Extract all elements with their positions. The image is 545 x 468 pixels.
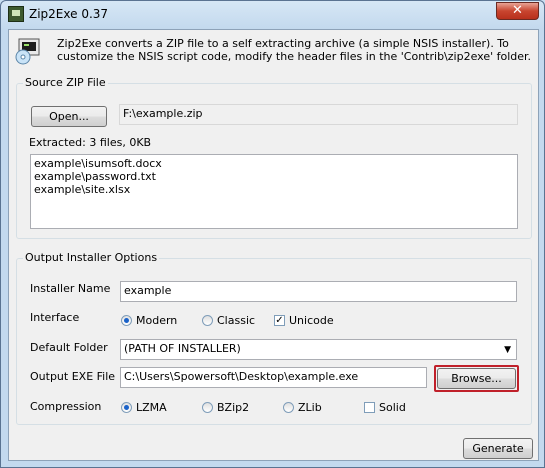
dialog-body: Zip2Exe converts a ZIP file to a self ex… — [8, 29, 539, 461]
output-options-group-title: Output Installer Options — [23, 251, 160, 264]
solid-checkbox[interactable] — [364, 402, 375, 413]
interface-modern-label[interactable]: Modern — [136, 314, 177, 327]
window-title: Zip2Exe 0.37 — [29, 7, 109, 21]
compression-zlib-radio[interactable] — [283, 402, 294, 413]
extracted-summary: Extracted: 3 files, 0KB — [29, 136, 152, 149]
zip-path-field: F:\example.zip — [119, 104, 518, 125]
list-item[interactable]: example\password.txt — [34, 170, 514, 183]
chevron-down-icon[interactable]: ▼ — [504, 343, 511, 357]
compression-bzip2-radio[interactable] — [202, 402, 213, 413]
installer-icon — [15, 38, 40, 65]
close-button[interactable]: ✕ — [496, 2, 539, 20]
title-bar[interactable]: Zip2Exe 0.37 ✕ — [1, 1, 544, 27]
installer-name-input[interactable]: example — [120, 281, 517, 302]
source-zip-group: Source ZIP File Open... F:\example.zip E… — [16, 76, 532, 239]
intro-text: Zip2Exe converts a ZIP file to a self ex… — [57, 37, 532, 63]
interface-label: Interface — [30, 311, 80, 324]
app-icon — [8, 6, 24, 22]
default-folder-label: Default Folder — [30, 341, 108, 354]
output-exe-input[interactable]: C:\Users\Spowersoft\Desktop\example.exe — [120, 367, 427, 388]
interface-classic-radio[interactable] — [202, 315, 213, 326]
browse-button[interactable]: Browse... — [437, 368, 516, 389]
compression-zlib-label[interactable]: ZLib — [298, 401, 322, 414]
compression-bzip2-label[interactable]: BZip2 — [217, 401, 249, 414]
default-folder-value: (PATH OF INSTALLER) — [124, 342, 241, 355]
extracted-files-list[interactable]: example\isumsoft.docx example\password.t… — [30, 154, 518, 229]
list-item[interactable]: example\isumsoft.docx — [34, 157, 514, 170]
close-icon: ✕ — [512, 3, 523, 18]
interface-classic-label[interactable]: Classic — [217, 314, 255, 327]
open-button[interactable]: Open... — [31, 106, 107, 127]
default-folder-combo[interactable]: (PATH OF INSTALLER) ▼ — [120, 339, 517, 360]
output-options-group: Output Installer Options Installer Name … — [16, 251, 532, 425]
interface-modern-radio[interactable] — [121, 315, 132, 326]
generate-button[interactable]: Generate — [463, 438, 533, 459]
compression-lzma-label[interactable]: LZMA — [136, 401, 167, 414]
unicode-checkbox[interactable]: ✓ — [274, 315, 285, 326]
output-exe-label: Output EXE File — [30, 370, 116, 383]
source-zip-group-title: Source ZIP File — [23, 76, 108, 89]
zip2exe-window: Zip2Exe 0.37 ✕ Zip2Exe converts a ZIP fi… — [0, 0, 545, 468]
list-item[interactable]: example\site.xlsx — [34, 183, 514, 196]
compression-label: Compression — [30, 400, 102, 413]
installer-name-label: Installer Name — [30, 282, 111, 295]
compression-lzma-radio[interactable] — [121, 402, 132, 413]
unicode-label[interactable]: Unicode — [289, 314, 334, 327]
solid-label[interactable]: Solid — [379, 401, 406, 414]
